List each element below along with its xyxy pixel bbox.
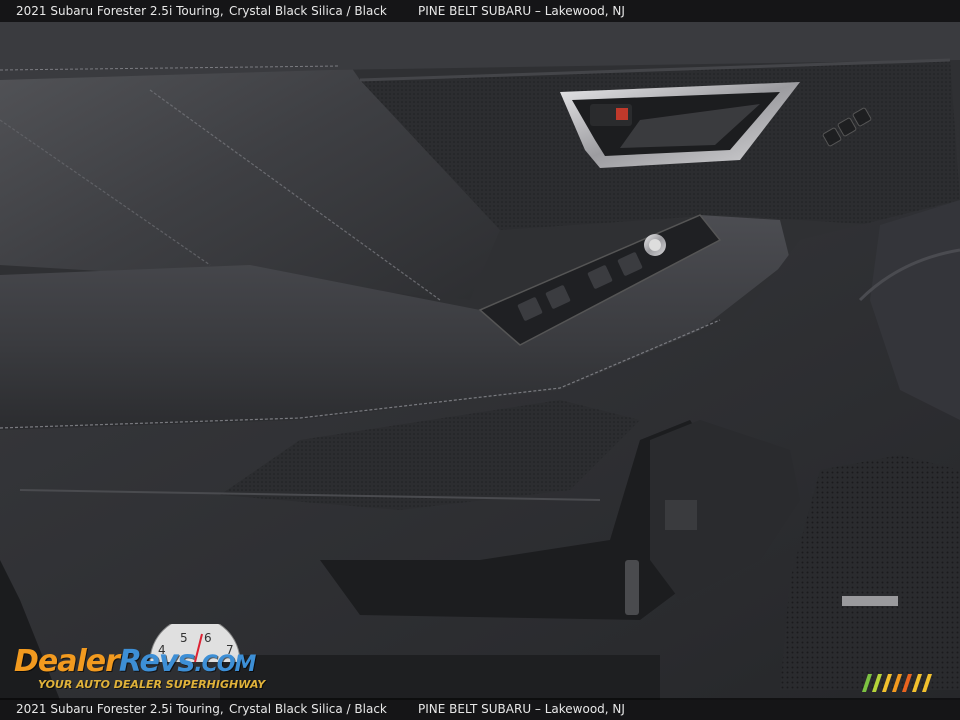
mirror-knob-icon: [644, 234, 666, 256]
brand-com: .COM: [194, 652, 256, 677]
brand-revs: Revs: [118, 644, 195, 679]
caption-model: 2021 Subaru Forester 2.5i Touring,: [16, 702, 224, 716]
caption-color: Crystal Black Silica / Black: [229, 4, 387, 18]
watermark-brand: DealerRevs.COM: [14, 644, 256, 679]
caption-bar-bottom: 2021 Subaru Forester 2.5i Touring, Cryst…: [0, 698, 960, 720]
brand-dealer: Dealer: [14, 644, 120, 679]
caption-dealer: PINE BELT SUBARU – Lakewood, NJ: [418, 702, 625, 716]
caption-dealer: PINE BELT SUBARU – Lakewood, NJ: [418, 4, 625, 18]
gauge-digit: 5: [180, 631, 188, 645]
door-panel-photo: [0, 0, 960, 720]
caption-bar-top: 2021 Subaru Forester 2.5i Touring, Cryst…: [0, 0, 960, 22]
caption-color: Crystal Black Silica / Black: [229, 702, 387, 716]
stripes-logo-icon: [862, 674, 932, 692]
caption-model: 2021 Subaru Forester 2.5i Touring,: [16, 4, 224, 18]
gauge-digit: 6: [204, 631, 212, 645]
dealerrevs-watermark: 4 5 6 7 DealerRevs.COM YOUR AUTO DEALER …: [12, 624, 272, 696]
watermark-tagline: YOUR AUTO DEALER SUPERHIGHWAY: [38, 678, 266, 691]
